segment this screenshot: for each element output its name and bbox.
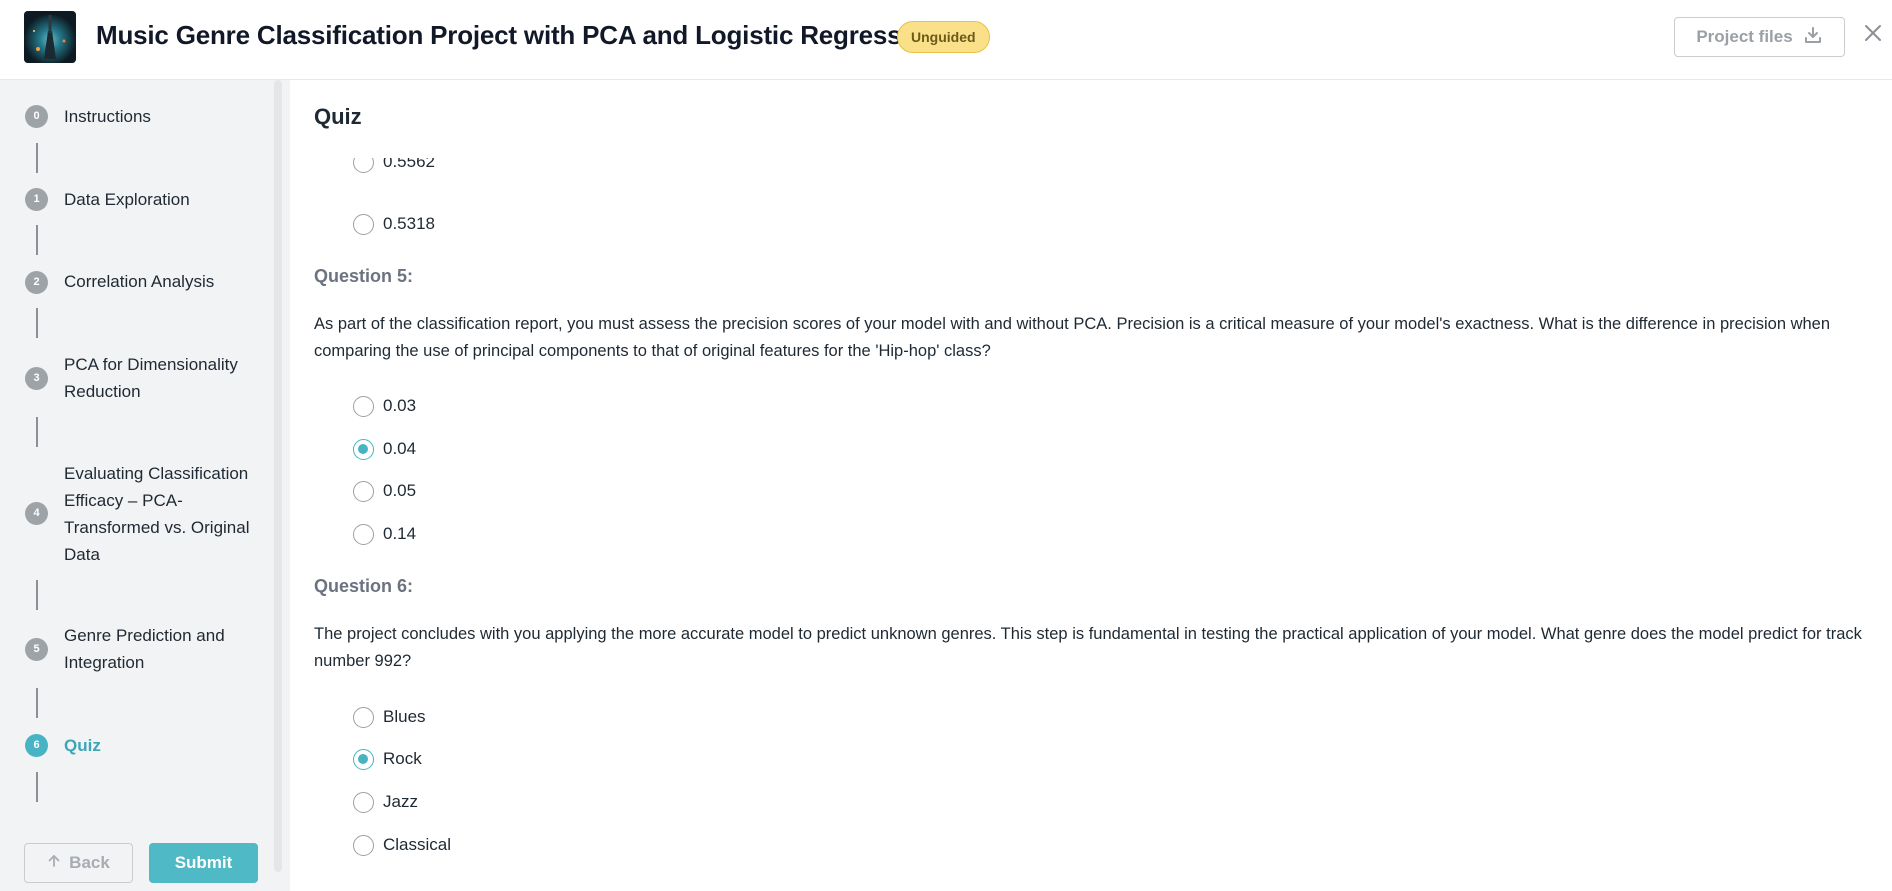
sidebar-item-correlation-analysis[interactable]: Correlation Analysis xyxy=(64,268,264,295)
radio-button[interactable] xyxy=(353,791,374,813)
radio-button[interactable] xyxy=(353,395,374,417)
option-label: 0.05 xyxy=(383,481,417,500)
option-label: 0.14 xyxy=(383,524,417,543)
project-logo xyxy=(24,11,76,63)
sidebar-item-pca[interactable]: PCA for Dimensionality Reduction xyxy=(64,351,254,405)
option-radio[interactable]: 0.5562 xyxy=(353,158,435,174)
step-number-2: 2 xyxy=(25,271,48,294)
step-connector xyxy=(36,772,38,802)
radio-button[interactable] xyxy=(353,523,374,545)
project-files-button[interactable]: Project files xyxy=(1674,17,1845,57)
option-radio[interactable]: 0.03 xyxy=(353,394,416,418)
option-radio[interactable]: Jazz xyxy=(353,790,418,814)
back-label: Back xyxy=(69,853,110,872)
back-button[interactable]: Back xyxy=(24,843,133,883)
page-title: Quiz xyxy=(314,104,362,129)
step-connector xyxy=(36,225,38,255)
radio-button[interactable] xyxy=(353,213,374,235)
sidebar-item-evaluating-classification[interactable]: Evaluating Classification Efficacy – PCA… xyxy=(64,460,264,568)
radio-button[interactable] xyxy=(353,706,374,728)
step-number-4: 4 xyxy=(25,502,48,525)
step-number-5: 5 xyxy=(25,638,48,661)
option-label: 0.5562 xyxy=(383,158,435,171)
option-radio[interactable]: 0.05 xyxy=(353,479,416,503)
unguided-badge: Unguided xyxy=(897,21,990,53)
download-icon xyxy=(1803,25,1823,50)
question-5-text: As part of the classification report, yo… xyxy=(314,315,1831,360)
radio-button-selected[interactable] xyxy=(353,438,374,460)
option-label: Jazz xyxy=(383,792,418,811)
step-connector xyxy=(36,143,38,173)
header: Music Genre Classification Project with … xyxy=(0,0,1892,80)
option-label: Classical xyxy=(383,835,452,854)
radio-button[interactable] xyxy=(353,480,374,502)
submit-button[interactable]: Submit xyxy=(149,843,258,883)
option-radio[interactable]: Classical xyxy=(353,833,451,857)
step-number-3: 3 xyxy=(25,367,48,390)
radio-button-selected[interactable] xyxy=(353,748,374,770)
arrow-up-icon xyxy=(47,853,61,873)
option-label: 0.5318 xyxy=(383,214,435,233)
close-icon[interactable] xyxy=(1862,22,1890,50)
sidebar-item-genre-prediction[interactable]: Genre Prediction and Integration xyxy=(64,622,244,676)
project-files-label: Project files xyxy=(1696,27,1793,46)
sidebar-item-data-exploration[interactable]: Data Exploration xyxy=(64,186,264,213)
sidebar-scrollbar[interactable] xyxy=(274,80,282,872)
step-number-0: 0 xyxy=(25,105,48,128)
radio-button[interactable] xyxy=(353,834,374,856)
question-6-text: The project concludes with you applying … xyxy=(314,625,1862,670)
step-connector xyxy=(36,580,38,610)
question-6-heading: Question 6: xyxy=(314,576,414,596)
radio-button[interactable] xyxy=(353,158,374,173)
step-connector xyxy=(36,417,38,447)
step-number-1: 1 xyxy=(25,188,48,211)
sidebar-item-quiz[interactable]: Quiz xyxy=(64,732,264,759)
option-label: 0.04 xyxy=(383,439,417,458)
option-label: 0.03 xyxy=(383,396,417,415)
question-5-heading: Question 5: xyxy=(314,266,414,286)
option-radio[interactable]: 0.5318 xyxy=(353,212,435,236)
sidebar-item-instructions[interactable]: Instructions xyxy=(64,103,264,130)
step-connector xyxy=(36,688,38,718)
option-radio[interactable]: Rock xyxy=(353,747,422,771)
quiz-scroll-area: 0.5562 0.5318 Question 5: As part of the… xyxy=(290,158,1892,891)
option-label: Rock xyxy=(383,749,422,768)
step-connector xyxy=(36,308,38,338)
step-number-6: 6 xyxy=(25,734,48,757)
project-title: Music Genre Classification Project with … xyxy=(96,20,940,50)
option-radio[interactable]: Blues xyxy=(353,705,426,729)
option-label: Blues xyxy=(383,707,426,726)
option-radio[interactable]: 0.14 xyxy=(353,522,416,546)
option-radio[interactable]: 0.04 xyxy=(353,437,416,461)
